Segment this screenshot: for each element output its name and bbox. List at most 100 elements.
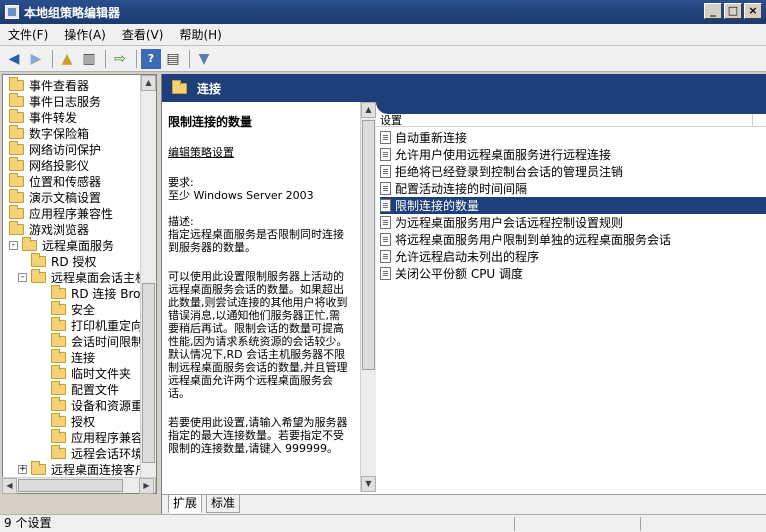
menu-file[interactable]: 文件(F) (0, 26, 56, 43)
tree-item-label: 位置和传感器 (29, 174, 102, 189)
help-icon[interactable]: ? (141, 48, 161, 69)
expand-icon[interactable]: + (18, 464, 27, 474)
scroll-up-arrow[interactable]: ▲ (361, 102, 376, 118)
folder-icon (9, 140, 24, 155)
setting-row[interactable]: 配置活动连接的时间间隔 (380, 180, 766, 197)
setting-label: 允许远程启动未列出的程序 (395, 250, 540, 264)
menu-view[interactable]: 查看(V) (114, 26, 172, 43)
tree-item[interactable]: 数字保险箱 (9, 124, 89, 141)
tree-item-label: 会话时间限制 (71, 334, 144, 349)
scroll-thumb[interactable] (18, 479, 123, 492)
minimize-button[interactable]: _ (704, 3, 722, 19)
setting-row[interactable]: 自动重新连接 (380, 129, 766, 146)
folder-icon (51, 316, 66, 331)
setting-row[interactable]: 限制连接的数量 (380, 197, 766, 214)
policy-icon (380, 199, 391, 212)
tree-item[interactable]: 网络投影仪 (9, 156, 89, 173)
filter-icon[interactable]: ▼ (194, 49, 214, 69)
folder-icon (9, 76, 24, 91)
toolbar: ◀ ▶ ▲ ▥ ⇨ ? ▤ ▼ (0, 46, 766, 72)
menu-bar: 文件(F) 操作(A) 查看(V) 帮助(H) (0, 24, 766, 46)
setting-row[interactable]: 拒绝将已经登录到控制台会话的管理员注销 (380, 163, 766, 180)
tree-item[interactable]: 演示文稿设置 (9, 188, 102, 205)
column-header-setting[interactable]: 设置 (376, 114, 766, 127)
tab-standard[interactable]: 标准 (206, 495, 241, 513)
scroll-up-arrow[interactable]: ▲ (141, 75, 156, 91)
tree-item[interactable]: 应用程序兼容性 (38, 428, 155, 445)
menu-action[interactable]: 操作(A) (56, 26, 114, 43)
setting-row[interactable]: 关闭公平份额 CPU 调度 (380, 265, 766, 282)
details-header: 连接 (162, 74, 766, 102)
tree-item[interactable]: 打印机重定向 (38, 316, 143, 333)
tree-item[interactable]: 事件查看器 (9, 76, 90, 93)
policy-icon (380, 233, 391, 246)
tree-item[interactable]: 配置文件 (38, 380, 119, 397)
description-label: 描述: (168, 215, 194, 228)
properties-icon[interactable]: ▤ (163, 49, 183, 69)
status-bar: 9 个设置 (0, 514, 766, 532)
tree-item-label: 连接 (71, 350, 96, 365)
maximize-button[interactable]: □ (724, 3, 742, 19)
folder-icon (51, 428, 66, 443)
folder-icon (9, 204, 24, 219)
description-scrollbar[interactable]: ▲ ▼ (360, 102, 376, 492)
edit-policy-link[interactable]: 编辑策略设置 (168, 146, 348, 159)
tree-item[interactable]: 网络访问保护 (9, 140, 102, 157)
collapse-icon[interactable]: - (18, 272, 27, 282)
tree-item[interactable]: 事件日志服务 (9, 92, 101, 109)
forward-icon[interactable]: ▶ (26, 49, 46, 69)
tree-item[interactable]: RD 授权 (18, 252, 97, 269)
tree-item[interactable]: 事件转发 (9, 108, 77, 125)
tree-item[interactable]: - 远程桌面会话主机 (18, 268, 148, 285)
setting-row[interactable]: 将远程桌面服务用户限制到单独的远程桌面服务会话 (380, 231, 766, 248)
tree-vertical-scrollbar[interactable]: ▲ ▼ (140, 75, 156, 493)
setting-row[interactable]: 为远程桌面服务用户会话远程控制设置规则 (380, 214, 766, 231)
setting-label: 关闭公平份额 CPU 调度 (395, 267, 524, 281)
tree-item[interactable]: 应用程序兼容性 (9, 204, 113, 221)
tree-item[interactable]: 授权 (38, 412, 95, 429)
window-title: 本地组策略编辑器 (24, 5, 121, 20)
tree-item-label: 演示文稿设置 (29, 190, 102, 205)
up-folder-icon[interactable]: ▲ (57, 49, 77, 69)
setting-row[interactable]: 允许远程启动未列出的程序 (380, 248, 766, 265)
tree-item-label: RD 授权 (51, 254, 97, 269)
folder-icon (51, 284, 66, 299)
tree-item[interactable]: 临时文件夹 (38, 364, 131, 381)
show-hide-tree-icon[interactable]: ▥ (79, 49, 99, 69)
export-list-icon[interactable]: ⇨ (110, 49, 130, 69)
setting-label: 为远程桌面服务用户会话远程控制设置规则 (395, 216, 624, 230)
tree-item[interactable]: + 远程桌面连接客户端 (18, 460, 156, 477)
tree-horizontal-scrollbar[interactable]: ◀ ▶ (2, 477, 155, 494)
folder-icon (22, 236, 37, 251)
tree-item[interactable]: 位置和传感器 (9, 172, 102, 189)
tree-item-label: 网络访问保护 (29, 142, 102, 157)
scroll-down-arrow[interactable]: ▼ (361, 476, 376, 492)
policy-icon (380, 216, 391, 229)
folder-icon (51, 396, 66, 411)
scroll-thumb[interactable] (142, 283, 155, 463)
folder-icon (51, 364, 66, 379)
scroll-left-arrow[interactable]: ◀ (2, 478, 17, 494)
tree-item[interactable]: 连接 (38, 348, 96, 365)
scroll-thumb[interactable] (362, 120, 375, 370)
tree-item[interactable]: 安全 (38, 300, 95, 317)
tree-item[interactable]: 会话时间限制 (38, 332, 144, 349)
tab-extended[interactable]: 扩展 (168, 495, 203, 513)
scroll-right-arrow[interactable]: ▶ (139, 478, 154, 494)
tree-pane: 事件查看器 事件日志服务 事件转发 数字保险箱 网络访问保护 网络投影仪 位置和传感器 演示文… (2, 74, 157, 494)
close-button[interactable]: × (744, 3, 762, 19)
menu-help[interactable]: 帮助(H) (171, 26, 229, 43)
folder-icon (51, 332, 66, 347)
setting-row[interactable]: 允许用户使用远程桌面服务进行远程连接 (380, 146, 766, 163)
collapse-icon[interactable]: - (9, 240, 18, 250)
back-icon[interactable]: ◀ (4, 49, 24, 69)
tree-item[interactable]: 游戏浏览器 (9, 220, 89, 237)
folder-icon (31, 252, 46, 267)
tree-item-label: 事件查看器 (29, 78, 90, 93)
settings-list: 设置 自动重新连接 允许用户使用远程桌面服务进行远程连接 拒绝将已经登录到控制台会话… (376, 102, 766, 492)
tree-item-label: 远程会话环境 (71, 446, 144, 461)
policy-icon (380, 182, 391, 195)
tree-item[interactable]: - 远程桌面服务 (9, 236, 114, 253)
tree-item-label: 远程桌面会话主机 (51, 270, 148, 285)
tree-item[interactable]: 远程会话环境 (38, 444, 144, 461)
